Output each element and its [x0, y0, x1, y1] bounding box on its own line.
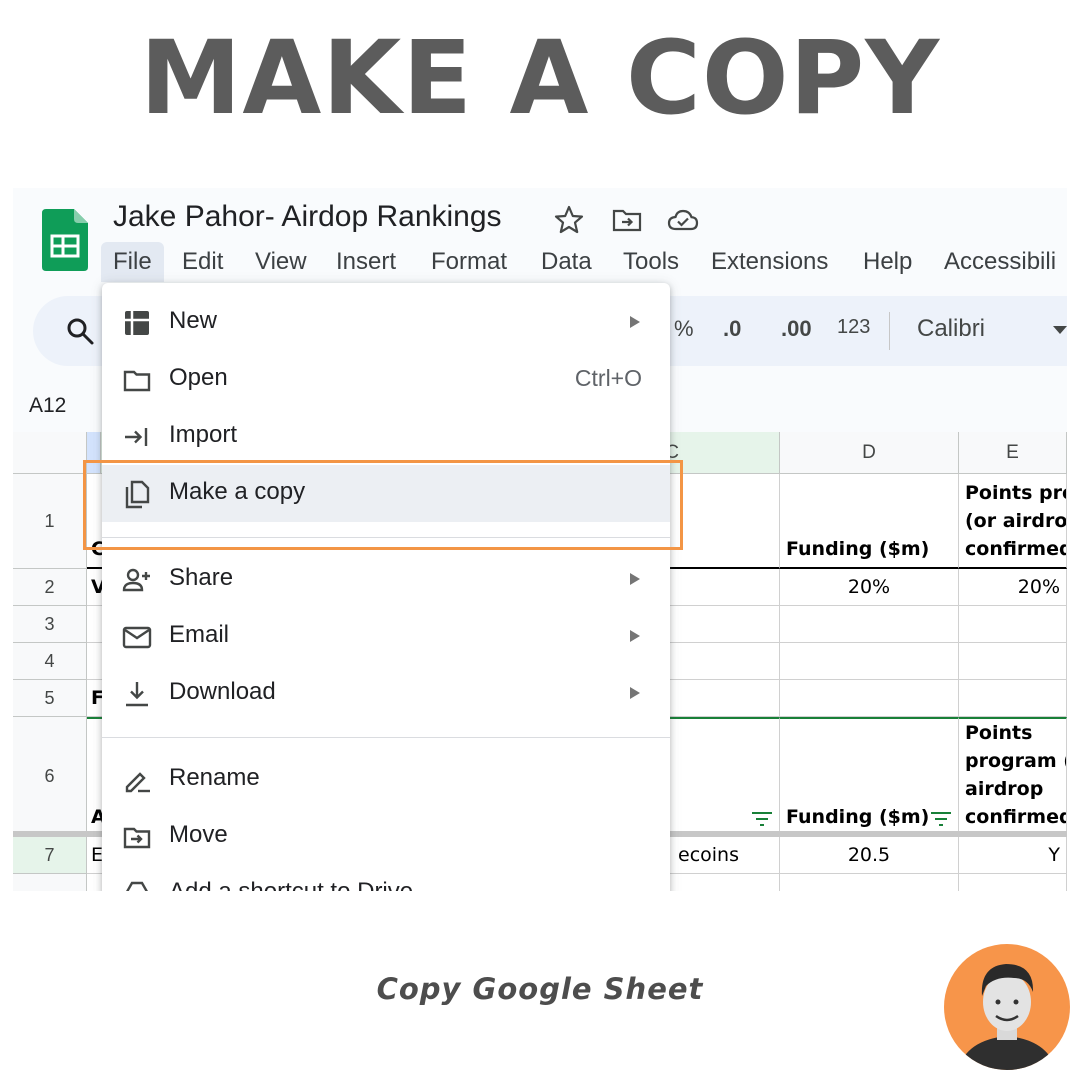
menu-item-import[interactable]: Import — [102, 408, 670, 465]
new-spreadsheet-icon — [125, 311, 149, 335]
menu-item-move[interactable]: Move — [102, 808, 670, 865]
menu-item-email[interactable]: Email — [102, 608, 670, 665]
shortcut-label: Ctrl+O — [574, 365, 642, 391]
download-icon — [126, 682, 148, 707]
person-portrait-icon — [958, 964, 1056, 1070]
menu-item-open[interactable]: Open Ctrl+O — [102, 351, 670, 408]
page-headline: MAKE A COPY — [139, 19, 941, 138]
menu-item-download[interactable]: Download — [102, 665, 670, 722]
menu-divider — [102, 737, 670, 738]
menu-item-rename[interactable]: Rename — [102, 751, 670, 808]
email-icon — [122, 626, 152, 649]
caption: Copy Google Sheet — [376, 972, 704, 1006]
file-menu: New Open Ctrl+O Import Make a copy Share… — [102, 283, 670, 891]
submenu-arrow-icon — [630, 630, 640, 642]
share-person-icon — [122, 568, 150, 592]
submenu-arrow-icon — [630, 687, 640, 699]
submenu-arrow-icon — [630, 573, 640, 585]
drive-shortcut-icon — [126, 881, 148, 891]
import-icon — [125, 428, 148, 446]
make-a-copy-highlight-box — [83, 460, 683, 550]
rename-icon — [125, 772, 150, 793]
move-icon — [123, 827, 151, 849]
menu-item-add-shortcut[interactable]: Add a shortcut to Drive — [102, 865, 670, 891]
menu-item-new[interactable]: New — [102, 294, 670, 351]
avatar — [944, 944, 1070, 1070]
menu-item-share[interactable]: Share — [102, 551, 670, 608]
submenu-arrow-icon — [630, 316, 640, 328]
folder-icon — [123, 370, 151, 392]
